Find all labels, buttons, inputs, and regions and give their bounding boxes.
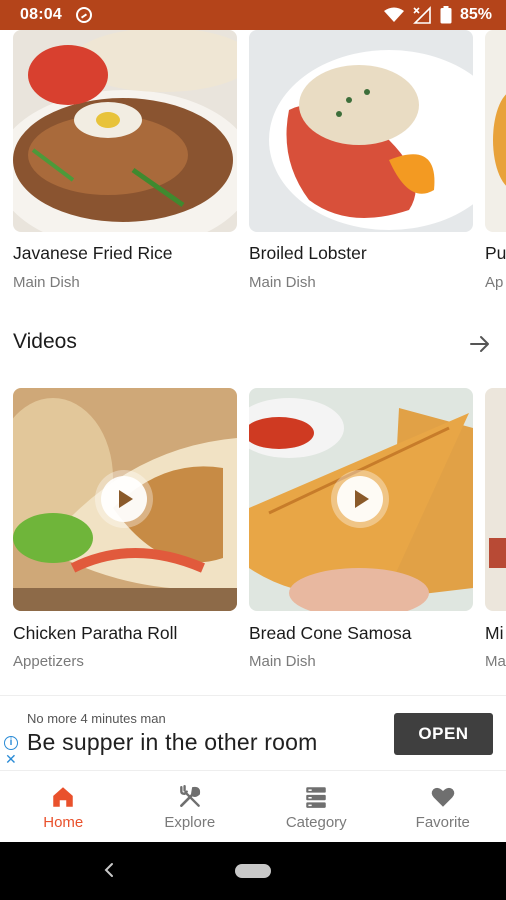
play-icon <box>337 476 383 522</box>
ad-open-button[interactable]: OPEN <box>394 713 493 755</box>
fork-knife-icon <box>179 784 200 807</box>
signal-icon <box>413 6 431 24</box>
wifi-icon <box>383 7 404 22</box>
recipe-image-partial[interactable] <box>485 30 506 232</box>
recipe-category: Main Dish <box>249 274 316 291</box>
battery-icon <box>440 6 452 24</box>
status-time: 08:04 <box>20 6 62 23</box>
video-title[interactable]: Chicken Paratha Roll <box>13 623 177 644</box>
recipe-title[interactable]: Broiled Lobster <box>249 243 367 264</box>
video-category: Main Dish <box>249 653 316 670</box>
recipe-title[interactable]: Pu <box>485 243 506 264</box>
home-icon <box>53 787 73 807</box>
system-nav-bar <box>0 842 506 900</box>
video-title[interactable]: Mi <box>485 623 503 644</box>
recipe-category: Ap <box>485 274 504 291</box>
ad-headline[interactable]: Be supper in the other room <box>27 729 318 756</box>
nav-item-home[interactable]: Home <box>0 772 127 842</box>
battery-percent: 85% <box>459 6 492 23</box>
play-button[interactable] <box>331 470 389 528</box>
nav-item-category[interactable]: Category <box>253 772 380 842</box>
do-not-disturb-icon <box>75 7 92 23</box>
recipe-image-broiled-lobster[interactable] <box>249 30 473 232</box>
ad-close-icon[interactable]: ✕ <box>5 752 17 766</box>
video-title[interactable]: Bread Cone Samosa <box>249 623 411 644</box>
video-thumbnail-partial[interactable] <box>485 388 506 611</box>
status-bar: 08:04 85% <box>0 0 506 30</box>
nav-label: Category <box>285 814 347 831</box>
home-pill[interactable] <box>235 864 271 878</box>
recipe-image-javanese-fried-rice[interactable] <box>13 30 237 232</box>
recipe-title[interactable]: Javanese Fried Rice <box>13 243 173 264</box>
nav-item-favorite[interactable]: Favorite <box>380 772 506 842</box>
play-button[interactable] <box>95 470 153 528</box>
play-icon <box>101 476 147 522</box>
video-thumbnail-bread-cone-samosa[interactable] <box>249 388 473 611</box>
section-title-videos: Videos <box>13 330 77 353</box>
nav-label: Home <box>43 814 84 831</box>
ad-small-text: No more 4 minutes man <box>27 711 166 726</box>
category-icon <box>306 787 326 808</box>
video-category: Appetizers <box>13 653 84 670</box>
video-thumbnail-chicken-paratha-roll[interactable] <box>13 388 237 611</box>
bottom-nav: Home Explore Category Favorite <box>0 772 506 842</box>
ad-banner[interactable]: No more 4 minutes man Be supper in the o… <box>0 695 506 771</box>
recipe-category: Main Dish <box>13 274 80 291</box>
nav-item-explore[interactable]: Explore <box>127 772 254 842</box>
video-category: Ma <box>485 653 506 670</box>
back-icon[interactable] <box>100 860 120 880</box>
status-icons: 85% <box>383 6 492 24</box>
heart-icon <box>431 787 454 807</box>
ad-info-icon[interactable]: i <box>4 736 18 750</box>
arrow-right-icon[interactable] <box>468 332 492 356</box>
nav-label: Explore <box>164 814 216 831</box>
nav-label: Favorite <box>415 814 470 831</box>
